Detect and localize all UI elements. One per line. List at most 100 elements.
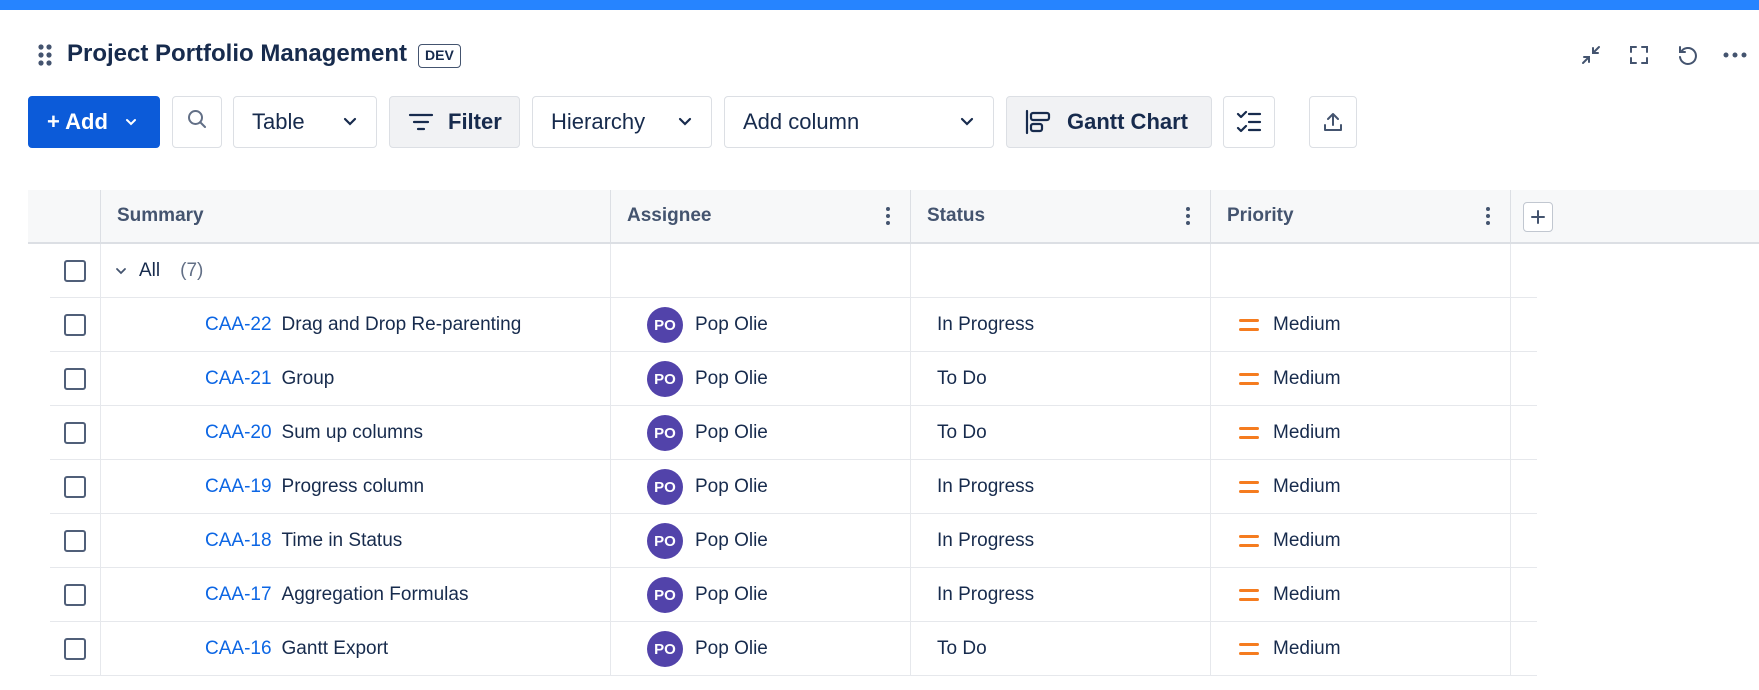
issue-summary: Aggregation Formulas bbox=[281, 584, 469, 605]
more-actions-icon[interactable] bbox=[1711, 40, 1759, 70]
assignee-name: Pop Olie bbox=[695, 476, 768, 497]
table-row[interactable]: CAA-22 Drag and Drop Re-parenting PO Pop Ol… bbox=[50, 298, 1537, 352]
column-header-priority[interactable]: Priority bbox=[1211, 190, 1511, 242]
priority-medium-icon bbox=[1239, 589, 1259, 601]
assignee-name: Pop Olie bbox=[695, 314, 768, 335]
column-header-summary[interactable]: Summary bbox=[101, 190, 611, 242]
group-count: (7) bbox=[180, 260, 204, 281]
issue-summary: Time in Status bbox=[281, 530, 403, 551]
search-icon bbox=[186, 108, 208, 136]
column-menu-icon[interactable] bbox=[1186, 206, 1190, 226]
issue-key-link[interactable]: CAA-16 bbox=[205, 638, 272, 660]
row-checkbox[interactable] bbox=[64, 368, 86, 390]
issue-key-link[interactable]: CAA-18 bbox=[205, 530, 272, 552]
table-row[interactable]: CAA-20 Sum up columns PO Pop Olie To Do Mediu… bbox=[50, 406, 1537, 460]
row-checkbox[interactable] bbox=[64, 314, 86, 336]
issue-summary: Sum up columns bbox=[281, 422, 424, 443]
priority-text[interactable]: Medium bbox=[1273, 530, 1341, 552]
add-button[interactable]: + Add bbox=[28, 96, 160, 148]
hierarchy-select[interactable]: Hierarchy bbox=[532, 96, 712, 148]
column-header-status[interactable]: Status bbox=[911, 190, 1211, 242]
assignee-name: Pop Olie bbox=[695, 422, 768, 443]
avatar: PO bbox=[647, 415, 683, 451]
column-menu-icon[interactable] bbox=[886, 206, 890, 226]
page-title: Project Portfolio Management bbox=[67, 40, 408, 67]
priority-text[interactable]: Medium bbox=[1273, 476, 1341, 498]
group-row: All (7) bbox=[50, 244, 1537, 298]
issue-key-link[interactable]: CAA-21 bbox=[205, 368, 272, 390]
drag-handle-icon[interactable] bbox=[38, 44, 52, 66]
status-text[interactable]: To Do bbox=[937, 638, 987, 660]
status-text[interactable]: In Progress bbox=[937, 530, 1034, 552]
column-menu-icon[interactable] bbox=[1486, 206, 1490, 226]
status-text[interactable]: To Do bbox=[937, 368, 987, 390]
add-column-select[interactable]: Add column bbox=[724, 96, 994, 148]
avatar: PO bbox=[647, 523, 683, 559]
minimize-icon[interactable] bbox=[1567, 40, 1615, 70]
filter-icon bbox=[408, 111, 434, 133]
assignee-name: Pop Olie bbox=[695, 368, 768, 389]
table-row[interactable]: CAA-18 Time in Status PO Pop Olie In Progres… bbox=[50, 514, 1537, 568]
issue-key-link[interactable]: CAA-22 bbox=[205, 314, 272, 336]
status-text[interactable]: In Progress bbox=[937, 476, 1034, 498]
row-checkbox[interactable] bbox=[64, 530, 86, 552]
priority-medium-icon bbox=[1239, 373, 1259, 385]
select-all-checkbox[interactable] bbox=[64, 260, 86, 282]
gantt-chart-button[interactable]: Gantt Chart bbox=[1006, 96, 1212, 148]
issue-key-link[interactable]: CAA-20 bbox=[205, 422, 272, 444]
gantt-chart-button-label: Gantt Chart bbox=[1067, 109, 1188, 134]
issue-key-link[interactable]: CAA-17 bbox=[205, 584, 272, 606]
view-select-label: Table bbox=[252, 109, 305, 134]
toolbar: + Add Table Filter Hierarchy Add column bbox=[0, 96, 1759, 148]
issue-summary: Gantt Export bbox=[281, 638, 389, 659]
avatar: PO bbox=[647, 307, 683, 343]
row-checkbox[interactable] bbox=[64, 584, 86, 606]
table-row[interactable]: CAA-17 Aggregation Formulas PO Pop Olie In P… bbox=[50, 568, 1537, 622]
chevron-down-icon bbox=[124, 117, 138, 127]
priority-medium-icon bbox=[1239, 643, 1259, 655]
status-text[interactable]: In Progress bbox=[937, 314, 1034, 336]
chevron-down-icon bbox=[959, 117, 975, 127]
hierarchy-select-label: Hierarchy bbox=[551, 109, 646, 134]
filter-button[interactable]: Filter bbox=[389, 96, 520, 148]
filter-button-label: Filter bbox=[448, 109, 502, 134]
issue-key-link[interactable]: CAA-19 bbox=[205, 476, 272, 498]
header-select-column bbox=[28, 190, 101, 242]
priority-text[interactable]: Medium bbox=[1273, 368, 1341, 390]
search-button[interactable] bbox=[172, 96, 222, 148]
priority-text[interactable]: Medium bbox=[1273, 638, 1341, 660]
top-accent-bar bbox=[0, 0, 1759, 10]
row-checkbox[interactable] bbox=[64, 422, 86, 444]
add-column-plus-icon[interactable] bbox=[1523, 202, 1553, 232]
refresh-icon[interactable] bbox=[1663, 40, 1711, 70]
assignee-name: Pop Olie bbox=[695, 584, 768, 605]
avatar: PO bbox=[647, 469, 683, 505]
row-checkbox[interactable] bbox=[64, 476, 86, 498]
issue-summary: Group bbox=[281, 368, 335, 389]
export-button[interactable] bbox=[1309, 96, 1357, 148]
table-row[interactable]: CAA-16 Gantt Export PO Pop Olie To Do Medium bbox=[50, 622, 1537, 676]
page-header: Project Portfolio Management DEV bbox=[0, 28, 1759, 80]
view-select[interactable]: Table bbox=[233, 96, 377, 148]
checklist-button[interactable] bbox=[1223, 96, 1275, 148]
chevron-down-icon bbox=[342, 117, 358, 127]
collapse-chevron-icon[interactable] bbox=[115, 267, 127, 275]
export-icon bbox=[1322, 111, 1344, 133]
status-text[interactable]: In Progress bbox=[937, 584, 1034, 606]
avatar: PO bbox=[647, 577, 683, 613]
priority-medium-icon bbox=[1239, 427, 1259, 439]
status-text[interactable]: To Do bbox=[937, 422, 987, 444]
assignee-name: Pop Olie bbox=[695, 530, 768, 551]
issue-summary: Progress column bbox=[281, 476, 425, 497]
fullscreen-icon[interactable] bbox=[1615, 40, 1663, 70]
column-header-assignee[interactable]: Assignee bbox=[611, 190, 911, 242]
priority-text[interactable]: Medium bbox=[1273, 422, 1341, 444]
priority-text[interactable]: Medium bbox=[1273, 314, 1341, 336]
table-row[interactable]: CAA-19 Progress column PO Pop Olie In Progre… bbox=[50, 460, 1537, 514]
table-row[interactable]: CAA-21 Group PO Pop Olie To Do Medium bbox=[50, 352, 1537, 406]
avatar: PO bbox=[647, 631, 683, 667]
priority-text[interactable]: Medium bbox=[1273, 584, 1341, 606]
chevron-down-icon bbox=[677, 117, 693, 127]
row-checkbox[interactable] bbox=[64, 638, 86, 660]
add-column-select-label: Add column bbox=[743, 109, 860, 134]
